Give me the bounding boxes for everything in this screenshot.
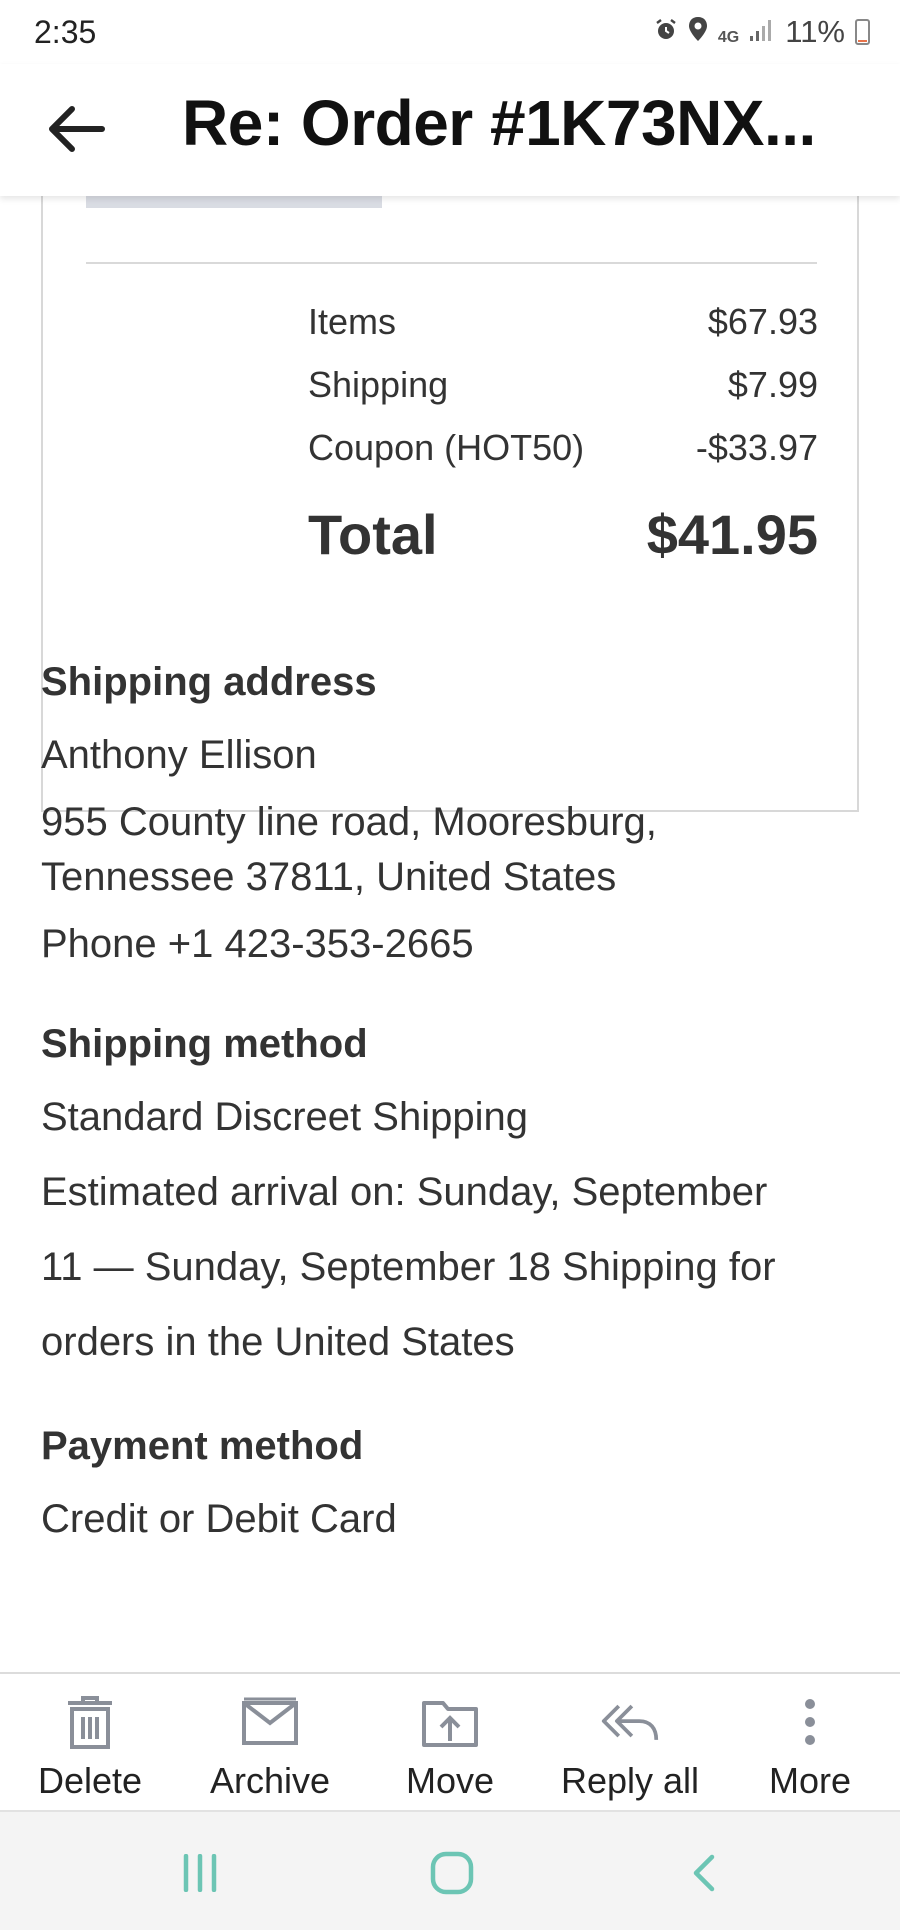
alarm-icon	[654, 14, 678, 50]
move-button[interactable]: Move	[360, 1674, 540, 1812]
phone-number[interactable]: Phone +1 423-353-2665	[41, 922, 861, 967]
summary-label: Coupon (HOT50)	[308, 427, 585, 468]
estimated-arrival: Estimated arrival on: Sunday, September	[41, 1170, 768, 1214]
recent-apps-icon	[183, 1854, 217, 1892]
summary-value: -$33.97	[695, 427, 818, 468]
total-label: Total	[308, 503, 438, 566]
trash-icon	[60, 1694, 120, 1750]
summary-row-items: Items $67.93	[308, 301, 818, 343]
summary-row-total: Total $41.95	[308, 502, 818, 567]
status-icons: 4G 11%	[654, 14, 870, 50]
summary-value: $7.99	[727, 364, 818, 405]
archive-icon	[240, 1694, 300, 1750]
email-body[interactable]: Items $67.93 Shipping $7.99 Coupon (HOT5…	[0, 196, 900, 1672]
shipping-method-section: Shipping method Standard Discreet Shippi…	[41, 1022, 861, 1365]
archive-button[interactable]: Archive	[180, 1674, 360, 1812]
reply-all-icon	[600, 1694, 660, 1750]
email-action-toolbar: Delete Archive Move Reply all More	[0, 1672, 900, 1810]
status-time: 2:35	[34, 14, 97, 50]
email-subject: Re: Order #1K73NX...	[182, 87, 816, 159]
recipient-name: Anthony Ellison	[41, 733, 317, 777]
system-back-icon	[693, 1854, 715, 1892]
recent-apps-button[interactable]	[160, 1838, 240, 1908]
more-vertical-icon	[780, 1694, 840, 1750]
signal-icon	[749, 14, 775, 50]
summary-label: Shipping	[308, 364, 449, 405]
network-label: 4G	[717, 29, 740, 46]
estimated-arrival: orders in the United States	[41, 1320, 515, 1364]
address-line: Tennessee 37811, United States	[41, 855, 617, 899]
back-arrow-icon	[49, 106, 105, 152]
payment-method-section: Payment method Credit or Debit Card	[41, 1424, 861, 1542]
toolbar-label: More	[768, 1760, 852, 1801]
toolbar-label: Delete	[37, 1760, 143, 1801]
home-button[interactable]	[412, 1838, 492, 1908]
section-heading: Shipping address	[41, 660, 377, 704]
summary-value: $67.93	[707, 301, 818, 342]
section-heading: Shipping method	[41, 1022, 368, 1066]
more-button[interactable]: More	[720, 1674, 900, 1812]
back-button[interactable]	[46, 98, 108, 160]
toolbar-label: Move	[405, 1760, 495, 1801]
toolbar-label: Archive	[209, 1760, 331, 1801]
home-icon	[430, 1851, 474, 1895]
address-line: 955 County line road, Mooresburg,	[41, 800, 657, 844]
summary-row-shipping: Shipping $7.99	[308, 364, 818, 406]
move-icon	[420, 1694, 480, 1750]
summary-divider	[86, 262, 817, 264]
battery-percent: 11%	[785, 14, 845, 49]
location-icon	[688, 14, 708, 50]
battery-icon	[855, 19, 870, 45]
payment-method-name: Credit or Debit Card	[41, 1497, 397, 1541]
system-back-button[interactable]	[664, 1838, 744, 1908]
summary-label: Items	[308, 301, 397, 342]
network-icon: 4G	[718, 14, 739, 50]
section-heading: Payment method	[41, 1424, 364, 1468]
summary-row-coupon: Coupon (HOT50) -$33.97	[308, 427, 818, 469]
reply-all-button[interactable]: Reply all	[540, 1674, 720, 1812]
shipping-address-section: Shipping address Anthony Ellison 955 Cou…	[41, 660, 861, 967]
total-value: $41.95	[646, 503, 818, 566]
product-image-edge	[86, 196, 382, 208]
estimated-arrival: 11 — Sunday, September 18 Shipping for	[41, 1245, 776, 1289]
system-navigation-bar	[0, 1810, 900, 1930]
delete-button[interactable]: Delete	[0, 1674, 180, 1812]
status-bar: 2:35 4G 11%	[0, 0, 900, 64]
email-header: Re: Order #1K73NX...	[0, 64, 900, 196]
toolbar-label: Reply all	[560, 1760, 700, 1801]
shipping-method-name: Standard Discreet Shipping	[41, 1095, 528, 1139]
